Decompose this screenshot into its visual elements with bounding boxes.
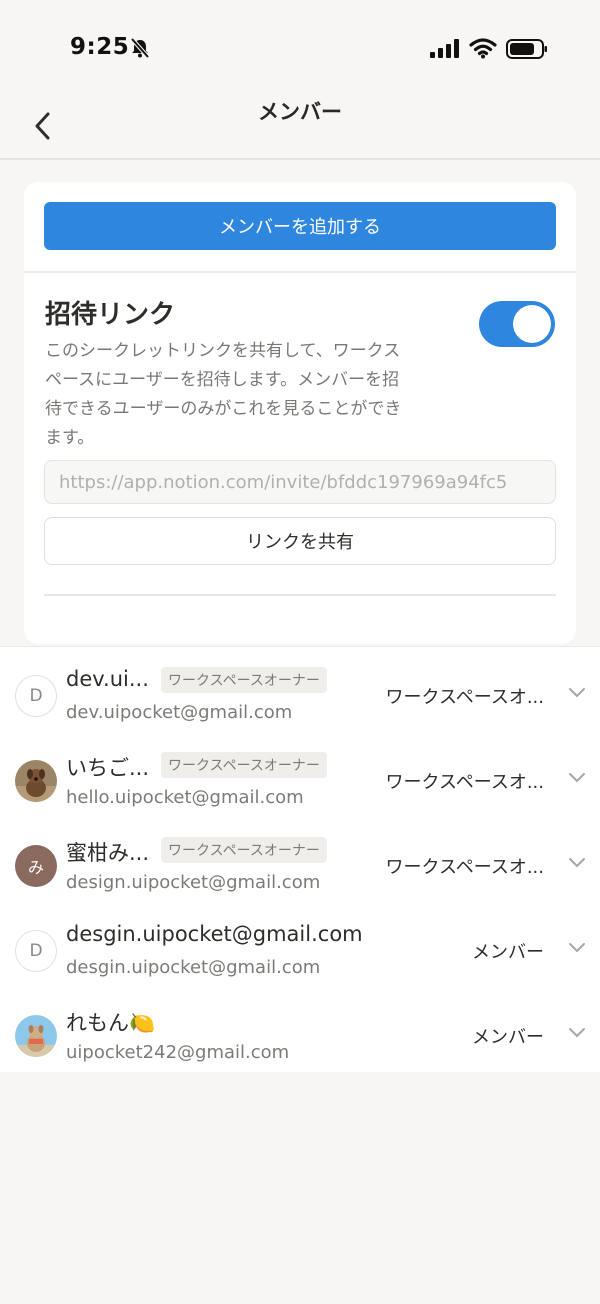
member-name: 蜜柑み... [66,841,150,865]
wifi-icon [469,38,497,59]
divider [44,594,556,596]
dog-photo-icon [15,1015,57,1057]
member-name: いちご... [66,756,150,780]
status-time: 9:25 [70,34,130,60]
member-row[interactable]: D desgin.uipocket@gmail.com desgin.uipoc… [0,902,600,987]
role-dropdown[interactable]: ワークスペースオ... [386,853,544,879]
role-dropdown[interactable]: ワークスペースオ... [386,683,544,709]
invite-link-title: 招待リンク [45,300,176,330]
chevron-down-icon[interactable] [568,942,586,954]
member-email: dev.uipocket@gmail.com [66,702,293,723]
member-email: uipocket242@gmail.com [66,1042,290,1063]
member-row[interactable]: いちご... ワークスペースオーナー hello.uipocket@gmail.… [0,732,600,817]
owner-badge: ワークスペースオーナー [161,667,327,693]
role-dropdown[interactable]: メンバー [472,938,544,964]
owner-badge: ワークスペースオーナー [161,752,327,778]
avatar: D [15,930,57,972]
nav-bar: メンバー [0,90,600,160]
role-dropdown[interactable]: メンバー [472,1023,544,1049]
invite-link-field[interactable]: https://app.notion.com/invite/bfddc19796… [44,460,556,504]
page-title: メンバー [258,100,342,124]
member-name: desgin.uipocket@gmail.com [66,922,363,946]
chevron-down-icon[interactable] [568,1027,586,1039]
member-email: hello.uipocket@gmail.com [66,787,304,808]
member-email: desgin.uipocket@gmail.com [66,957,321,978]
battery-icon [506,39,547,59]
member-name: れもん🍋 [66,1011,156,1035]
avatar: み [15,845,57,887]
dog-photo-icon [15,760,57,802]
bell-muted-icon [130,37,150,59]
member-name: dev.ui... [66,667,149,691]
member-row[interactable]: D dev.ui... ワークスペースオーナー dev.uipocket@gma… [0,647,600,732]
toggle-knob [513,305,551,343]
divider [24,271,576,273]
cellular-signal-icon [430,39,459,58]
member-list: D dev.ui... ワークスペースオーナー dev.uipocket@gma… [0,646,600,1072]
avatar [15,760,57,802]
chevron-down-icon[interactable] [568,857,586,869]
status-bar: 9:25 [0,0,600,90]
member-email: design.uipocket@gmail.com [66,872,321,893]
invite-link-toggle[interactable] [479,301,555,347]
share-link-button[interactable]: リンクを共有 [44,517,556,565]
owner-badge: ワークスペースオーナー [161,837,327,863]
invite-card: メンバーを追加する 招待リンク このシークレットリンクを共有して、ワークスペース… [24,182,576,644]
avatar [15,1015,57,1057]
role-dropdown[interactable]: ワークスペースオ... [386,768,544,794]
avatar: D [15,675,57,717]
chevron-down-icon[interactable] [568,772,586,784]
invite-link-description: このシークレットリンクを共有して、ワークスペースにユーザーを招待します。メンバー… [45,341,402,448]
member-row[interactable]: れもん🍋 uipocket242@gmail.com メンバー [0,987,600,1072]
add-member-button[interactable]: メンバーを追加する [44,202,556,250]
chevron-down-icon[interactable] [568,687,586,699]
member-row[interactable]: み 蜜柑み... ワークスペースオーナー design.uipocket@gma… [0,817,600,902]
